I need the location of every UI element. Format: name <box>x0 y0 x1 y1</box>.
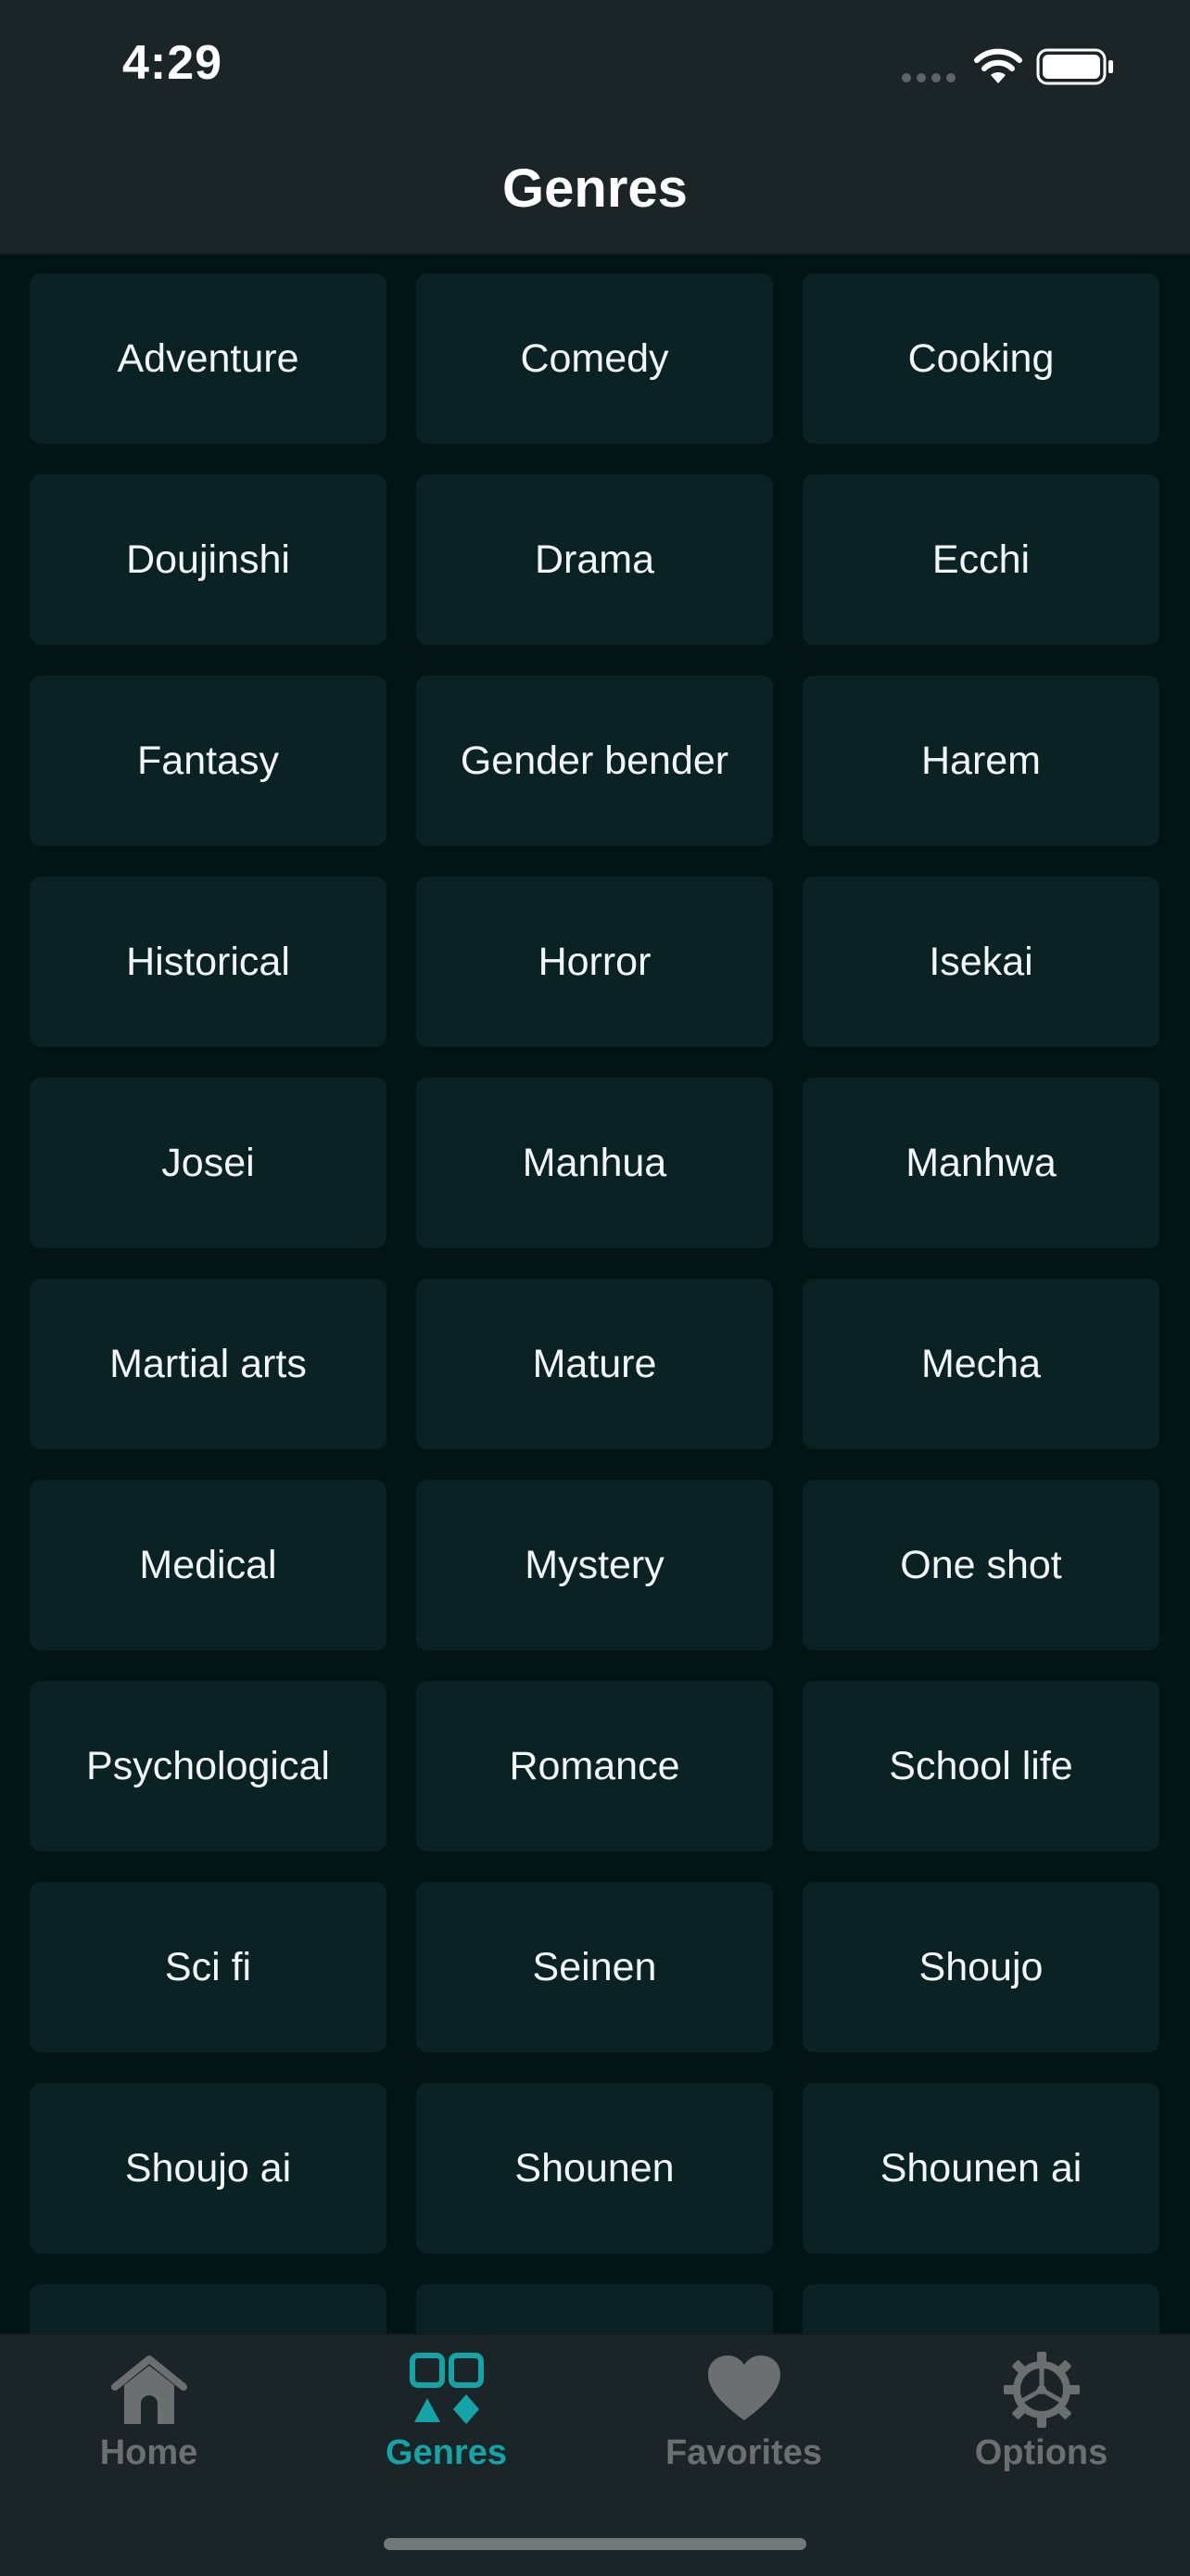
genre-tile[interactable]: Comedy <box>416 273 773 444</box>
cellular-signal-icon <box>902 73 956 82</box>
genre-tile[interactable]: Adventure <box>30 273 386 444</box>
genre-tile[interactable]: Seinen <box>416 1882 773 2052</box>
tab-label: Favorites <box>665 2433 822 2472</box>
status-bar: 4:29 <box>0 0 1190 139</box>
genre-tile[interactable]: Shoujo <box>803 1882 1159 2052</box>
tab-label: Genres <box>386 2433 507 2472</box>
page-title: Genres <box>502 158 688 219</box>
gear-icon <box>1003 2352 1080 2428</box>
home-icon <box>110 2355 187 2424</box>
genre-tile[interactable]: Josei <box>30 1078 386 1248</box>
genre-tile[interactable]: Historical <box>30 877 386 1047</box>
genre-tile[interactable]: Mystery <box>416 1480 773 1650</box>
heart-icon <box>707 2355 780 2420</box>
genre-tile[interactable]: Manhua <box>416 1078 773 1248</box>
genre-tile[interactable]: Horror <box>416 877 773 1047</box>
genre-tile[interactable]: Isekai <box>803 877 1159 1047</box>
status-time: 4:29 <box>122 36 223 90</box>
genre-tile[interactable]: School life <box>803 1681 1159 1851</box>
tab-genres[interactable]: Genres <box>298 2335 595 2520</box>
tab-label: Home <box>99 2433 198 2472</box>
genre-tile[interactable]: Gender bender <box>416 676 773 846</box>
home-indicator[interactable] <box>384 2538 806 2550</box>
tab-home[interactable]: Home <box>0 2335 298 2520</box>
genre-grid: Adventure Comedy Cooking Doujinshi Drama… <box>30 273 1160 2455</box>
grid-shapes-icon <box>409 2353 484 2424</box>
genre-tile[interactable]: Doujinshi <box>30 474 386 645</box>
genre-tile[interactable]: Cooking <box>803 273 1159 444</box>
tab-favorites[interactable]: Favorites <box>595 2335 892 2520</box>
tab-label: Options <box>974 2433 1108 2472</box>
genre-tile[interactable]: Drama <box>416 474 773 645</box>
genre-tile[interactable]: Romance <box>416 1681 773 1851</box>
genre-tile[interactable]: Manhwa <box>803 1078 1159 1248</box>
navigation-bar: Genres <box>0 139 1190 255</box>
genre-tile[interactable]: Sci fi <box>30 1882 386 2052</box>
genre-tile[interactable]: Psychological <box>30 1681 386 1851</box>
genre-tile[interactable]: Shounen ai <box>803 2083 1159 2254</box>
genre-tile[interactable]: One shot <box>803 1480 1159 1650</box>
genre-tile[interactable]: Ecchi <box>803 474 1159 645</box>
battery-icon <box>1036 48 1113 85</box>
genre-tile[interactable]: Martial arts <box>30 1279 386 1449</box>
genre-tile[interactable]: Mecha <box>803 1279 1159 1449</box>
genre-tile[interactable]: Shounen <box>416 2083 773 2254</box>
genre-tile[interactable]: Fantasy <box>30 676 386 846</box>
genre-tile[interactable]: Mature <box>416 1279 773 1449</box>
genre-tile[interactable]: Harem <box>803 676 1159 846</box>
genre-tile[interactable]: Medical <box>30 1480 386 1650</box>
tab-options[interactable]: Options <box>892 2335 1190 2520</box>
genre-tile[interactable]: Shoujo ai <box>30 2083 386 2254</box>
wifi-icon <box>974 48 1022 83</box>
